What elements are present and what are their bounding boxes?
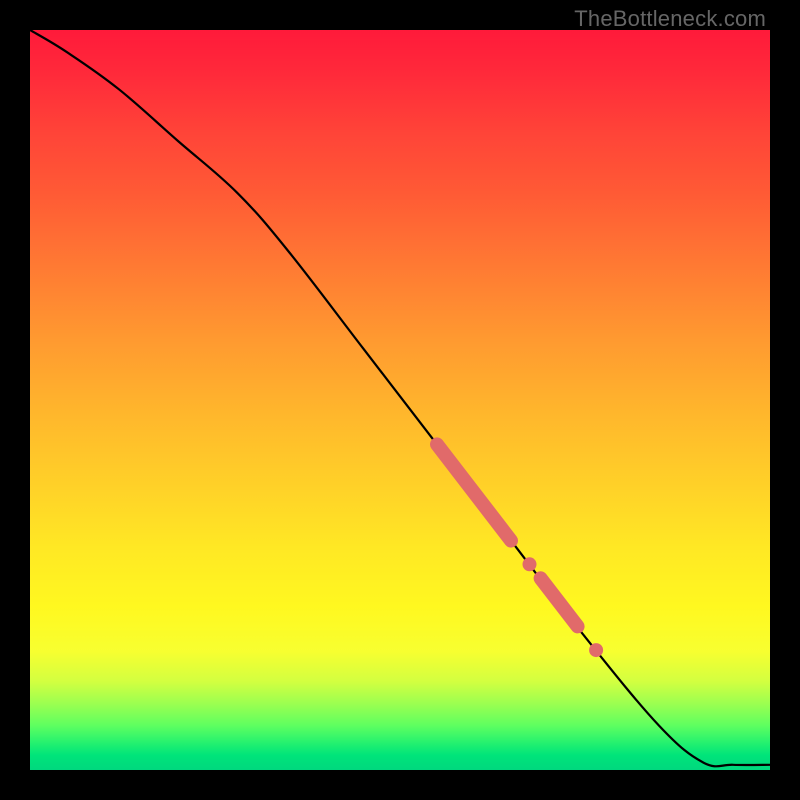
highlight-segment — [437, 444, 511, 540]
highlight-dot — [589, 643, 603, 657]
plot-overlay-svg — [30, 30, 770, 770]
bottleneck-curve — [30, 30, 770, 766]
highlight-segment — [541, 578, 578, 626]
chart-stage: TheBottleneck.com — [0, 0, 800, 800]
highlight-dot — [523, 557, 537, 571]
attribution-label: TheBottleneck.com — [574, 6, 766, 32]
plot-area — [30, 30, 770, 770]
